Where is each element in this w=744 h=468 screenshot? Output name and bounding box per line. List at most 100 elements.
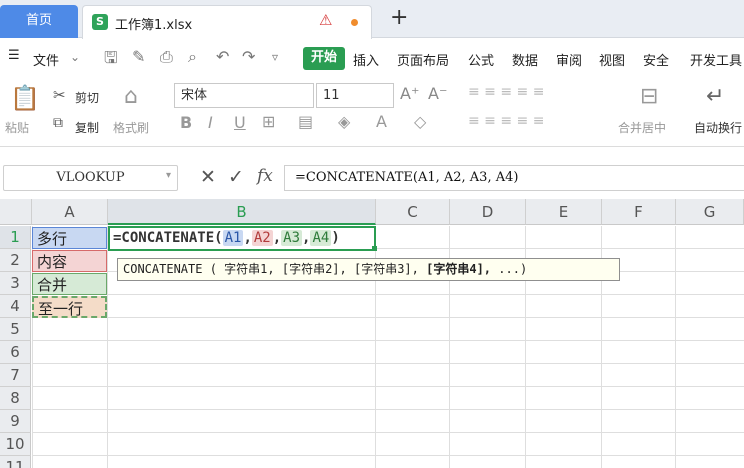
row-header[interactable]: 4 (0, 295, 31, 318)
tooltip-function: CONCATENATE ( (123, 262, 217, 276)
confirm-icon[interactable]: ✓ (228, 166, 244, 188)
format-painter-icon[interactable]: ⌂ (124, 84, 138, 109)
column-header-c[interactable]: C (376, 199, 450, 225)
menu-tab-formulas[interactable]: 公式 (468, 50, 494, 69)
menu-tab-developer[interactable]: 开发工具 (690, 50, 742, 69)
wrap-text-icon[interactable]: ↵ (706, 84, 724, 109)
cell-a1[interactable]: 多行 (32, 227, 107, 249)
grid-line (675, 226, 676, 468)
menu-tab-security[interactable]: 安全 (643, 50, 669, 69)
row-header[interactable]: 1 (0, 226, 31, 249)
tooltip-param: 字符串1, (224, 262, 275, 276)
column-header-f[interactable]: F (602, 199, 676, 225)
row-header[interactable]: 7 (0, 364, 31, 387)
underline-icon[interactable]: U (234, 113, 246, 132)
paste-label[interactable]: 粘贴 (5, 119, 29, 136)
align-top-icon[interactable]: ≡ ≡ ≡ ≡ ≡ (468, 84, 544, 100)
align-left-icon[interactable]: ≡ ≡ ≡ ≡ ≡ (468, 113, 544, 129)
format-brush-icon[interactable]: ✎ (132, 47, 145, 66)
ref-a2: A2 (251, 230, 273, 246)
insert-function-button[interactable]: fx (257, 166, 273, 186)
row-header[interactable]: 9 (0, 410, 31, 433)
row-header[interactable]: 11 (0, 456, 31, 468)
function-tooltip: CONCATENATE ( 字符串1, [字符串2], [字符串3], [字符串… (117, 258, 620, 281)
fill-color-icon[interactable]: ◈ (338, 112, 350, 131)
select-all-corner[interactable] (0, 199, 32, 225)
cell-a4[interactable]: 至一行 (32, 296, 107, 318)
print-preview-icon[interactable]: ⌕ (188, 47, 197, 67)
tab-home[interactable]: 首页 (0, 5, 78, 38)
cell-a2[interactable]: 内容 (32, 250, 107, 272)
font-color-icon[interactable]: A (376, 112, 387, 131)
name-box[interactable]: VLOOKUP (3, 165, 178, 191)
name-box-dropdown-icon[interactable]: ▾ (166, 170, 171, 181)
menu-file[interactable]: 文件 (33, 50, 59, 69)
tab-workbook-label: 工作簿1.xlsx (115, 18, 193, 33)
font-increase-icon[interactable]: A⁺ (400, 84, 419, 103)
wrap-text-label[interactable]: 自动换行 (694, 119, 742, 136)
copy-button[interactable]: 复制 (75, 119, 99, 136)
warning-icon[interactable]: ⚠ (319, 11, 332, 29)
chevron-down-icon[interactable]: ⌄ (70, 50, 80, 64)
tooltip-param: [字符串2], (281, 262, 347, 276)
column-header-b[interactable]: B (108, 199, 376, 225)
formula-input[interactable]: =CONCATENATE(A1, A2, A3, A4) (284, 165, 744, 191)
tooltip-rest: ...) (498, 262, 528, 276)
row-header[interactable]: 2 (0, 249, 31, 272)
ref-a4: A4 (310, 230, 332, 246)
tab-workbook[interactable]: S 工作簿1.xlsx ⚠ (82, 5, 372, 39)
font-name-select[interactable]: 宋体 (174, 83, 314, 108)
formula-prefix: =CONCATENATE( (113, 230, 223, 246)
formula-suffix: ) (331, 230, 340, 246)
column-header-d[interactable]: D (450, 199, 526, 225)
cell-style-icon[interactable]: ▤ (298, 112, 313, 131)
cancel-icon[interactable]: ✕ (200, 166, 216, 188)
font-decrease-icon[interactable]: A⁻ (428, 84, 447, 103)
ref-a3: A3 (281, 230, 303, 246)
bold-icon[interactable]: B (180, 113, 192, 132)
cut-button[interactable]: 剪切 (75, 89, 99, 106)
spreadsheet-logo-icon: S (92, 14, 108, 30)
new-tab-button[interactable]: + (390, 5, 408, 30)
menu-tab-home[interactable]: 开始 (303, 47, 345, 70)
menu-tab-page-layout[interactable]: 页面布局 (397, 50, 449, 69)
tooltip-param: [字符串3], (353, 262, 419, 276)
hamburger-icon[interactable]: ☰ (8, 48, 20, 63)
unsaved-dot-icon (351, 19, 358, 26)
save-icon[interactable]: 🖫 (104, 47, 118, 74)
cell-b1-editing[interactable]: =CONCATENATE(A1, A2, A3, A4) (108, 226, 376, 251)
more-chevron-icon[interactable]: ▿ (272, 50, 278, 64)
cell-a3[interactable]: 合并 (32, 273, 107, 295)
menu-tab-view[interactable]: 视图 (599, 50, 625, 69)
undo-icon[interactable]: ↶ (216, 47, 229, 66)
menu-tab-review[interactable]: 审阅 (556, 50, 582, 69)
print-icon[interactable]: ⎙ (160, 47, 173, 67)
fill-handle[interactable] (372, 246, 377, 251)
italic-icon[interactable]: I (208, 113, 213, 132)
column-header-e[interactable]: E (526, 199, 602, 225)
grid-line (107, 226, 108, 468)
tooltip-param-current: [字符串4], (426, 262, 492, 276)
format-painter-label[interactable]: 格式刷 (113, 119, 149, 136)
row-header[interactable]: 3 (0, 272, 31, 295)
paste-icon[interactable]: 📋 (10, 84, 40, 112)
copy-icon[interactable]: ⧉ (53, 115, 63, 131)
row-header[interactable]: 6 (0, 341, 31, 364)
menu-tab-data[interactable]: 数据 (512, 50, 538, 69)
row-header[interactable]: 8 (0, 387, 31, 410)
clear-icon[interactable]: ◇ (414, 112, 426, 131)
row-header[interactable]: 5 (0, 318, 31, 341)
row-header[interactable]: 10 (0, 433, 31, 456)
merge-center-label[interactable]: 合并居中 (618, 119, 666, 136)
separator: , (243, 230, 252, 246)
separator: , (272, 230, 282, 246)
font-size-select[interactable]: 11 (316, 83, 394, 108)
merge-center-icon[interactable]: ⊟ (640, 84, 658, 109)
ref-a1: A1 (222, 230, 244, 246)
menu-tab-insert[interactable]: 插入 (353, 50, 379, 69)
cut-icon[interactable]: ✂ (53, 86, 66, 104)
border-icon[interactable]: ⊞ (262, 112, 275, 131)
column-header-a[interactable]: A (32, 199, 108, 225)
column-header-g[interactable]: G (676, 199, 744, 225)
redo-icon[interactable]: ↷ (242, 47, 255, 66)
